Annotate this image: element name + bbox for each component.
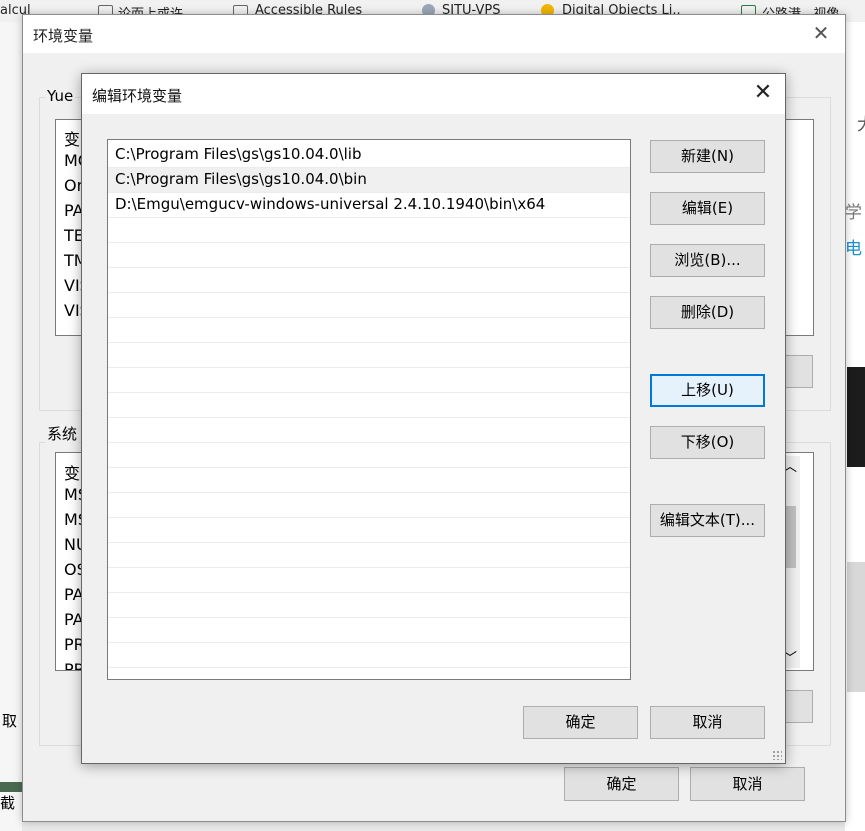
empty-row[interactable] [108, 418, 630, 443]
move-up-button[interactable]: 上移(U) [650, 374, 765, 407]
cancel-button-label: 取消 [732, 775, 763, 793]
delete-button[interactable]: 删除(D) [650, 296, 765, 329]
browse-button[interactable]: 浏览(B)... [650, 244, 765, 277]
empty-row[interactable] [108, 643, 630, 668]
empty-row[interactable] [108, 343, 630, 368]
ok-button-label: 确定 [606, 775, 637, 793]
delete-button-label: 删除(D) [680, 303, 735, 321]
edit-button[interactable]: 编辑(E) [650, 192, 765, 225]
background-window-left: 取 截 [0, 22, 22, 831]
move-down-button-label: 下移(O) [680, 433, 735, 451]
path-row-selected[interactable]: C:\Program Files\gs\gs10.04.0\bin [108, 168, 630, 193]
empty-row[interactable] [108, 568, 630, 593]
move-down-button[interactable]: 下移(O) [650, 426, 765, 459]
title-bar: 编辑环境变量 ✕ [82, 74, 785, 114]
empty-row[interactable] [108, 218, 630, 243]
new-button-label: 新建(N) [681, 147, 734, 165]
empty-row[interactable] [108, 268, 630, 293]
resize-grip-icon[interactable] [772, 750, 782, 760]
list-item[interactable]: 变 [64, 460, 80, 484]
ok-button-label: 确定 [565, 713, 596, 731]
path-text: C:\Program Files\gs\gs10.04.0\lib [115, 145, 362, 163]
title-bar: 环境变量 ✕ [23, 15, 845, 53]
dialog-title: 编辑环境变量 [92, 87, 183, 105]
background-text: 电 [845, 239, 862, 259]
edit-env-var-dialog: 编辑环境变量 ✕ C:\Program Files\gs\gs10.04.0\l… [81, 73, 786, 764]
thumbnail-image [847, 562, 865, 692]
path-row[interactable]: C:\Program Files\gs\gs10.04.0\lib [108, 143, 630, 168]
empty-row[interactable] [108, 443, 630, 468]
close-icon[interactable]: ✕ [809, 21, 833, 45]
group-label: 系统 [45, 423, 80, 444]
empty-row[interactable] [108, 318, 630, 343]
user-vars-button[interactable] [785, 355, 813, 388]
thumbnail-image [847, 367, 865, 467]
empty-row[interactable] [108, 293, 630, 318]
empty-row[interactable] [108, 468, 630, 493]
cancel-button[interactable]: 取消 [690, 767, 805, 801]
empty-row[interactable] [108, 593, 630, 618]
path-list[interactable]: C:\Program Files\gs\gs10.04.0\lib C:\Pro… [107, 139, 631, 680]
background-text: 取 [2, 712, 18, 730]
empty-row[interactable] [108, 393, 630, 418]
group-label: Yue [45, 87, 76, 105]
system-vars-button[interactable] [785, 690, 813, 723]
background-window-right: 大 学 电 [845, 22, 865, 831]
empty-row[interactable] [108, 368, 630, 393]
edit-text-button-label: 编辑文本(T)... [659, 511, 756, 529]
ok-button[interactable]: 确定 [523, 706, 638, 739]
ok-button[interactable]: 确定 [564, 767, 679, 801]
path-row[interactable]: D:\Emgu\emgucv-windows-universal 2.4.10.… [108, 193, 630, 218]
empty-row[interactable] [108, 543, 630, 568]
empty-row[interactable] [108, 518, 630, 543]
empty-row[interactable] [108, 618, 630, 643]
window-title: 环境变量 [33, 27, 94, 45]
list-item[interactable]: 变 [64, 126, 80, 150]
background-text: 学 [845, 203, 862, 223]
empty-row[interactable] [108, 493, 630, 518]
browse-button-label: 浏览(B)... [674, 251, 741, 269]
cancel-button-label: 取消 [692, 713, 723, 731]
background-text: 大 [857, 110, 865, 135]
scrollbar-thumb[interactable] [785, 506, 796, 568]
background-text: 截 [0, 794, 16, 812]
edit-button-label: 编辑(E) [681, 199, 734, 217]
cancel-button[interactable]: 取消 [650, 706, 765, 739]
move-up-button-label: 上移(U) [681, 381, 734, 399]
empty-row[interactable] [108, 243, 630, 268]
close-icon[interactable]: ✕ [751, 81, 775, 105]
path-text: C:\Program Files\gs\gs10.04.0\bin [115, 170, 367, 188]
edit-text-button[interactable]: 编辑文本(T)... [650, 504, 765, 537]
new-button[interactable]: 新建(N) [650, 140, 765, 173]
thumbnail-image [0, 782, 22, 792]
path-text: D:\Emgu\emgucv-windows-universal 2.4.10.… [115, 195, 546, 213]
